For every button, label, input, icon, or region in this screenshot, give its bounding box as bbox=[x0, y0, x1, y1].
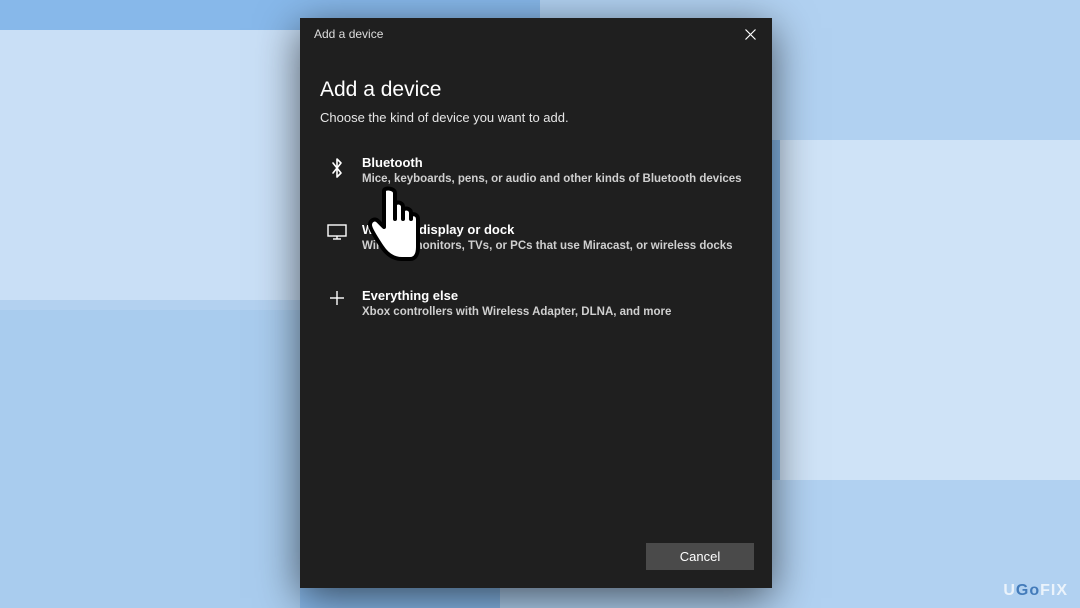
option-wireless-display[interactable]: Wireless display or dock Wireless monito… bbox=[320, 214, 752, 263]
dialog-titlebar: Add a device bbox=[300, 18, 772, 50]
option-bluetooth[interactable]: Bluetooth Mice, keyboards, pens, or audi… bbox=[320, 147, 752, 196]
cancel-button[interactable]: Cancel bbox=[646, 543, 754, 570]
option-desc: Xbox controllers with Wireless Adapter, … bbox=[362, 305, 746, 321]
add-device-dialog: Add a device Add a device Choose the kin… bbox=[300, 18, 772, 588]
desktop-background: Add a device Add a device Choose the kin… bbox=[0, 0, 1080, 608]
option-everything-else[interactable]: Everything else Xbox controllers with Wi… bbox=[320, 280, 752, 329]
option-title: Everything else bbox=[362, 288, 746, 303]
dialog-footer: Cancel bbox=[300, 531, 772, 588]
dialog-subtext: Choose the kind of device you want to ad… bbox=[320, 110, 752, 125]
close-button[interactable] bbox=[728, 18, 772, 50]
dialog-content: Add a device Choose the kind of device y… bbox=[300, 50, 772, 531]
dialog-heading: Add a device bbox=[320, 78, 752, 102]
option-title: Bluetooth bbox=[362, 155, 746, 170]
watermark: UGoFIX bbox=[1003, 582, 1068, 600]
option-desc: Wireless monitors, TVs, or PCs that use … bbox=[362, 239, 746, 255]
dialog-title: Add a device bbox=[314, 27, 383, 41]
watermark-text: U bbox=[1003, 582, 1016, 599]
close-icon bbox=[745, 29, 756, 40]
plus-icon bbox=[329, 290, 345, 306]
wallpaper-shape bbox=[780, 140, 1080, 480]
watermark-text: FIX bbox=[1040, 582, 1068, 599]
wallpaper-shape bbox=[0, 30, 340, 310]
option-title: Wireless display or dock bbox=[362, 222, 746, 237]
option-desc: Mice, keyboards, pens, or audio and othe… bbox=[362, 172, 746, 188]
watermark-text: Go bbox=[1016, 582, 1040, 599]
bluetooth-icon bbox=[330, 157, 344, 179]
monitor-icon bbox=[327, 224, 347, 240]
wallpaper-shape bbox=[0, 300, 300, 608]
